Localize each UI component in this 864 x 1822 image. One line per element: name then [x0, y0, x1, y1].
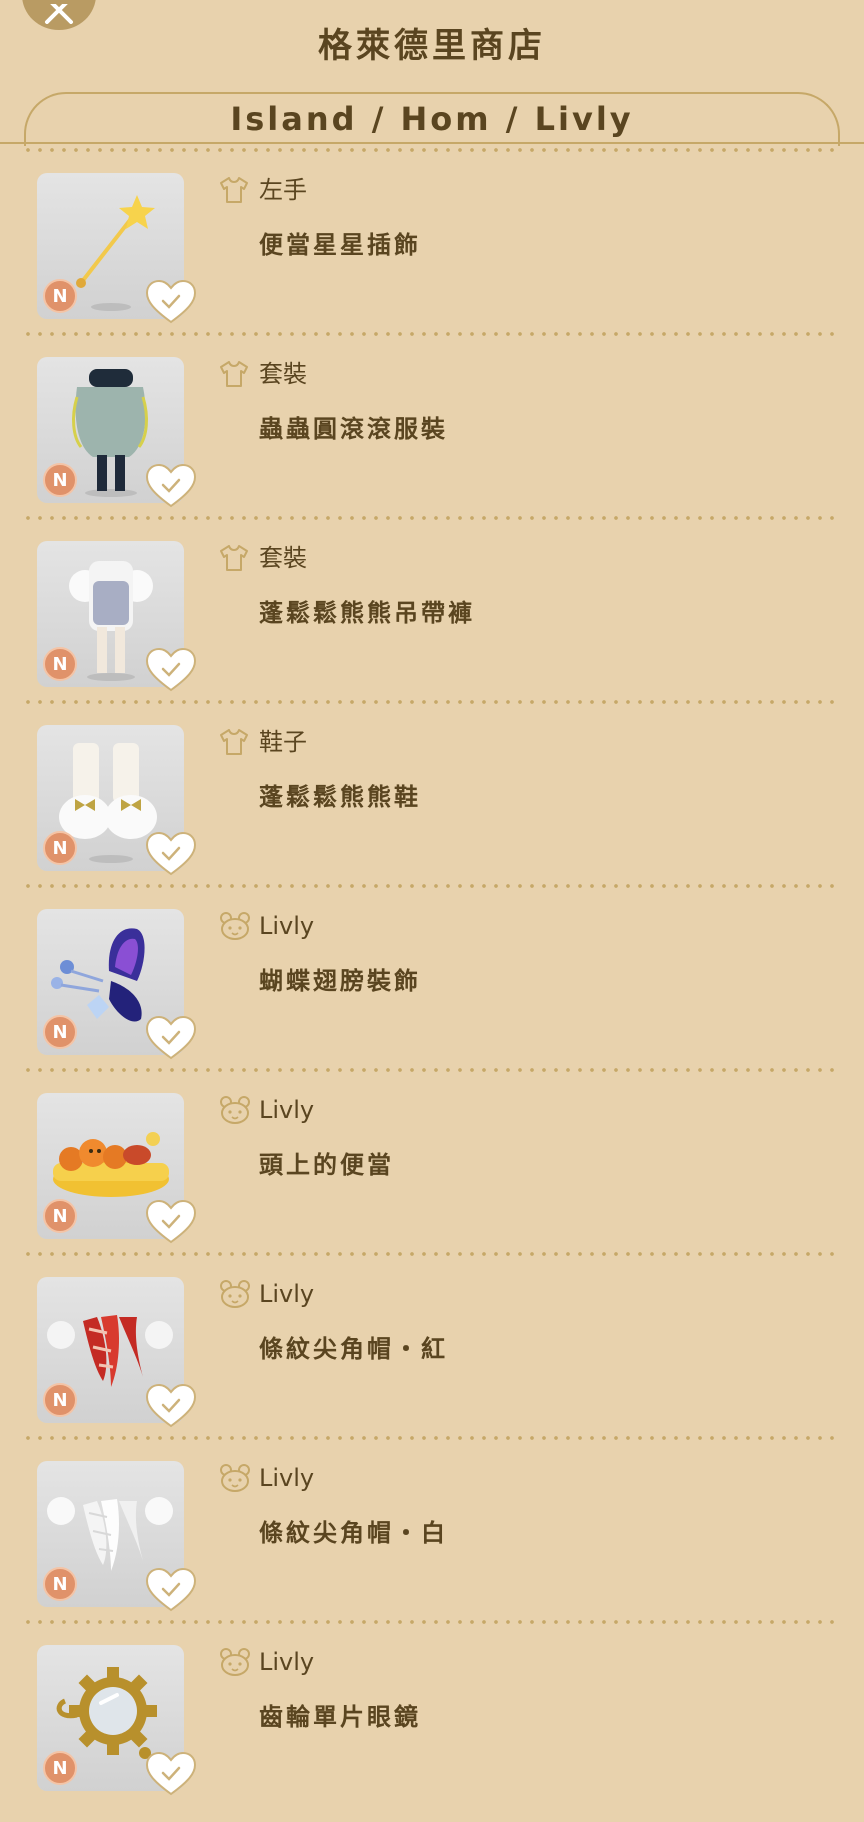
heart-check-icon[interactable]: [145, 831, 197, 877]
list-item[interactable]: N Livly 蝴蝶翅膀裝飾: [0, 884, 864, 1068]
item-name: 條紋尖角帽・白: [259, 1519, 448, 1547]
heart-check-icon[interactable]: [145, 1199, 197, 1245]
item-name: 蝴蝶翅膀裝飾: [259, 967, 421, 995]
item-category: Livly: [259, 1464, 315, 1492]
livly-face-icon: [220, 1464, 250, 1492]
tab-divider: [0, 142, 864, 144]
dotted-divider: [22, 1620, 840, 1624]
item-category: Livly: [259, 912, 315, 940]
item-thumbnail: N: [37, 541, 197, 692]
shirt-icon: [220, 729, 248, 755]
dotted-divider: [22, 884, 840, 888]
item-name: 齒輪單片眼鏡: [259, 1703, 421, 1731]
rarity-badge: N: [43, 1567, 77, 1601]
item-name: 蓬鬆鬆熊熊吊帶褲: [259, 599, 475, 627]
list-item[interactable]: N 左手 便當星星插飾: [0, 148, 864, 332]
item-thumbnail: N: [37, 1277, 197, 1428]
heart-check-icon[interactable]: [145, 647, 197, 693]
rarity-badge: N: [43, 1015, 77, 1049]
item-name: 蟲蟲圓滾滾服裝: [259, 415, 448, 443]
list-item[interactable]: N Livly 條紋尖角帽・白: [0, 1436, 864, 1620]
item-thumbnail: N: [37, 357, 197, 508]
item-list: N 左手 便當星星插飾 N 套裝 蟲蟲圓滾滾服裝 N 套裝 蓬鬆鬆熊熊吊帶褲 N…: [0, 148, 864, 1804]
list-item[interactable]: N 鞋子 蓬鬆鬆熊熊鞋: [0, 700, 864, 884]
list-item[interactable]: N Livly 條紋尖角帽・紅: [0, 1252, 864, 1436]
item-name: 條紋尖角帽・紅: [259, 1335, 448, 1363]
item-category: Livly: [259, 1648, 315, 1676]
item-thumbnail: N: [37, 1093, 197, 1244]
rarity-badge: N: [43, 463, 77, 497]
shop-title: 格萊德里商店: [318, 26, 546, 66]
rarity-badge: N: [43, 279, 77, 313]
list-item[interactable]: N Livly 頭上的便當: [0, 1068, 864, 1252]
heart-check-icon[interactable]: [145, 1383, 197, 1429]
item-category: Livly: [259, 1280, 315, 1308]
dotted-divider: [22, 1068, 840, 1072]
shirt-icon: [220, 177, 248, 203]
item-category: Livly: [259, 1096, 315, 1124]
rarity-badge: N: [43, 831, 77, 865]
rarity-badge: N: [43, 1199, 77, 1233]
list-item[interactable]: N 套裝 蟲蟲圓滾滾服裝: [0, 332, 864, 516]
heart-check-icon[interactable]: [145, 1567, 197, 1613]
rarity-badge: N: [43, 1751, 77, 1785]
item-thumbnail: N: [37, 909, 197, 1060]
item-name: 蓬鬆鬆熊熊鞋: [259, 783, 421, 811]
dotted-divider: [22, 516, 840, 520]
item-thumbnail: N: [37, 725, 197, 876]
livly-face-icon: [220, 1648, 250, 1676]
shirt-icon: [220, 545, 248, 571]
heart-check-icon[interactable]: [145, 1751, 197, 1797]
item-category: 套裝: [259, 544, 307, 572]
livly-face-icon: [220, 1280, 250, 1308]
dotted-divider: [22, 700, 840, 704]
item-name: 頭上的便當: [259, 1151, 394, 1179]
livly-face-icon: [220, 912, 250, 940]
dotted-divider: [22, 1436, 840, 1440]
list-item[interactable]: N Livly 齒輪單片眼鏡: [0, 1620, 864, 1804]
heart-check-icon[interactable]: [145, 463, 197, 509]
item-thumbnail: N: [37, 1645, 197, 1796]
item-category: 套裝: [259, 360, 307, 388]
item-category: 左手: [259, 176, 307, 204]
livly-face-icon: [220, 1096, 250, 1124]
dotted-divider: [22, 1252, 840, 1256]
dotted-divider: [22, 332, 840, 336]
heart-check-icon[interactable]: [145, 279, 197, 325]
heart-check-icon[interactable]: [145, 1015, 197, 1061]
item-thumbnail: N: [37, 173, 197, 324]
tab-island-hom-livly[interactable]: Island / Hom / Livly: [0, 100, 864, 138]
item-thumbnail: N: [37, 1461, 197, 1612]
dotted-divider: [22, 148, 840, 152]
item-category: 鞋子: [259, 728, 307, 756]
rarity-badge: N: [43, 1383, 77, 1417]
rarity-badge: N: [43, 647, 77, 681]
list-item[interactable]: N 套裝 蓬鬆鬆熊熊吊帶褲: [0, 516, 864, 700]
item-name: 便當星星插飾: [259, 231, 421, 259]
shirt-icon: [220, 361, 248, 387]
